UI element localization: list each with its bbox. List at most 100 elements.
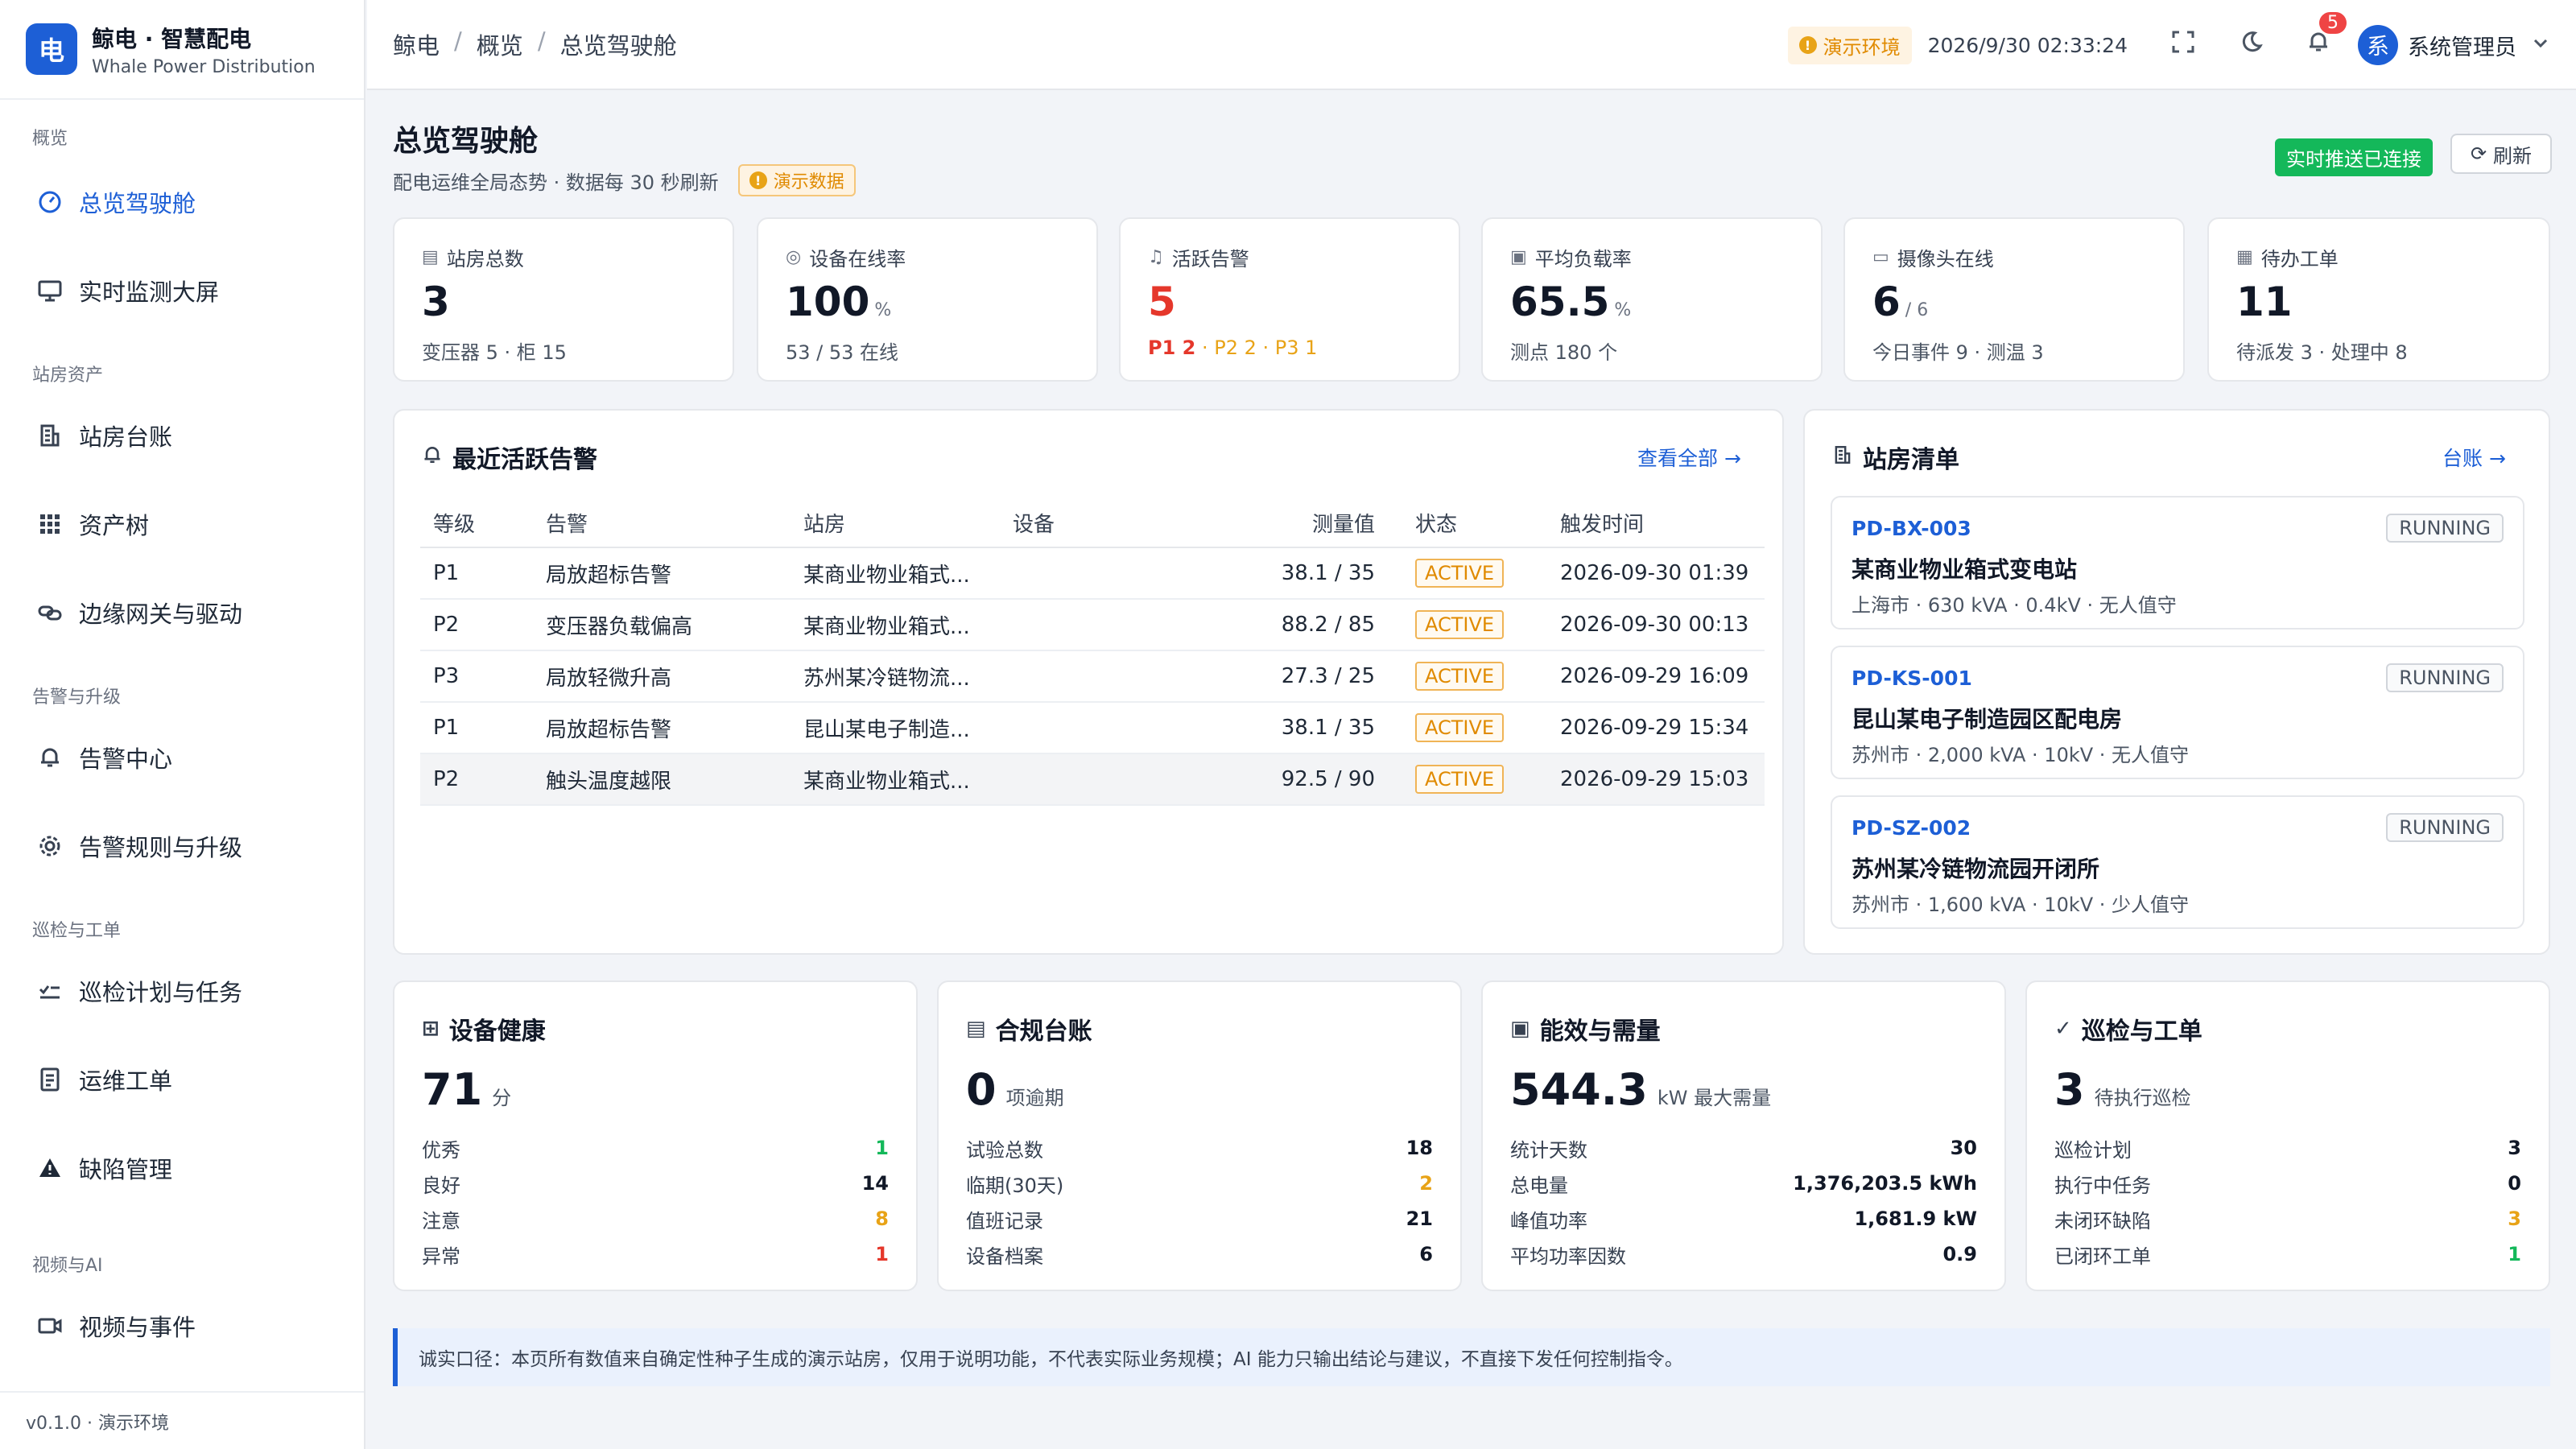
stat-card-load-rate[interactable]: ▣ 平均负载率 65.5% 测点 180 个	[1481, 217, 1823, 382]
stat-value: 5	[1148, 279, 1176, 325]
breadcrumb-item[interactable]: 概览	[477, 27, 523, 61]
alarm-station: 某商业物业箱式...	[791, 547, 1000, 600]
sidebar-item-inspection[interactable]: 巡检计划与任务	[35, 971, 242, 1011]
row-label: 峰值功率	[1510, 1209, 1587, 1232]
sidebar-divider	[0, 1391, 364, 1393]
station-item[interactable]: PD-BX-003 某商业物业箱式变电站 上海市 · 630 kVA · 0.4…	[1831, 496, 2524, 630]
top-header: 鲸电 / 概览 / 总览驾驶舱 ! 演示环境 2026/9/30 02:33:24…	[367, 0, 2576, 90]
table-row[interactable]: P2 变压器负载偏高 某商业物业箱式... 88.2 / 85 ACTIVE 2…	[420, 599, 1765, 651]
status-badge: ACTIVE	[1415, 610, 1505, 639]
stat-card-stations[interactable]: ▤ 站房总数 3 变压器 5 · 柜 15	[393, 217, 734, 382]
stat-label: 摄像头在线	[1897, 248, 1994, 270]
sidebar-item-video[interactable]: 视频与事件	[35, 1306, 196, 1346]
status-badge: ACTIVE	[1415, 662, 1505, 691]
alarm-value: 92.5 / 90	[1209, 753, 1402, 806]
column-header: 等级	[420, 499, 533, 548]
compliance-card[interactable]: ▤ 合规台账 0 项逾期 试验总数 18 临期(30天) 2 值班记录 21 设备档案 6	[937, 980, 1462, 1291]
status-badge: RUNNING	[2386, 663, 2504, 692]
sidebar-item-stations[interactable]: 站房台账	[35, 415, 172, 456]
checklist-icon: ✓	[2054, 1017, 2072, 1041]
breadcrumb-item[interactable]: 鲸电	[393, 27, 440, 61]
status-badge: RUNNING	[2386, 514, 2504, 543]
stat-foot: 今日事件 9 · 测温 3	[1872, 341, 2044, 364]
card-title: 能效与需量	[1539, 1018, 1661, 1046]
moon-icon[interactable]	[2239, 30, 2263, 60]
row-label: 注意	[422, 1209, 460, 1232]
demo-data-label: 演示数据	[773, 172, 844, 192]
bell-icon: ♫	[1148, 247, 1164, 267]
notification-bell-icon[interactable]: 5	[2306, 12, 2347, 60]
sidebar-item-asset-tree[interactable]: 资产树	[35, 504, 149, 544]
stat-card-online-rate[interactable]: ◎ 设备在线率 100% 53 / 53 在线	[757, 217, 1098, 382]
building-icon	[1832, 444, 1853, 471]
sidebar-item-label: 资产树	[79, 512, 150, 539]
stat-value: 100	[786, 279, 870, 325]
table-row[interactable]: P1 局放超标告警 某商业物业箱式... 38.1 / 35 ACTIVE 20…	[420, 547, 1765, 600]
alarm-station: 昆山某电子制造...	[791, 702, 1000, 754]
avatar[interactable]: 系	[2358, 25, 2398, 65]
brand[interactable]: 电 鲸电 · 智慧配电 Whale Power Distribution	[0, 0, 364, 100]
row-value: 2	[1419, 1172, 1433, 1195]
station-item[interactable]: PD-KS-001 昆山某电子制造园区配电房 苏州市 · 2,000 kVA ·…	[1831, 646, 2524, 779]
monitor-icon	[35, 276, 64, 305]
alarm-device	[1000, 599, 1209, 651]
nav-group-inspection: 巡检与工单	[32, 921, 122, 941]
sidebar-item-alarm-center[interactable]: 告警中心	[35, 737, 172, 778]
row-value: 0	[2508, 1172, 2521, 1195]
stat-foot: 变压器 5 · 柜 15	[422, 341, 567, 364]
sidebar-item-workorders[interactable]: 运维工单	[35, 1059, 172, 1100]
brand-name: 鲸电 · 智慧配电	[92, 25, 252, 52]
health-row: 良好 14	[422, 1166, 889, 1201]
alarm-name: 局放超标告警	[533, 547, 791, 600]
sidebar-item-monitor[interactable]: 实时监测大屏	[35, 270, 219, 311]
stat-card-work-orders[interactable]: ▦ 待办工单 11 待派发 3 · 处理中 8	[2207, 217, 2550, 382]
card-title: 合规台账	[995, 1018, 1092, 1046]
demo-data-badge: ! 演示数据	[737, 164, 856, 196]
row-value: 18	[1406, 1137, 1433, 1159]
table-row[interactable]: P2 触头温度越限 某商业物业箱式... 92.5 / 90 ACTIVE 20…	[420, 753, 1765, 806]
alarm-name: 局放轻微升高	[533, 650, 791, 703]
equipment-health-card[interactable]: ⊞ 设备健康 71 分 优秀 1 良好 14 注意 8 异常 1	[393, 980, 918, 1291]
alarm-name: 变压器负载偏高	[533, 599, 791, 651]
alarm-value: 38.1 / 35	[1209, 547, 1402, 600]
station-meta: 苏州市 · 1,600 kVA · 10kV · 少人值守	[1852, 894, 2190, 916]
alarm-station: 某商业物业箱式...	[791, 753, 1000, 806]
column-header: 触发时间	[1547, 499, 1765, 548]
stat-card-active-alarms[interactable]: ♫ 活跃告警 5 P1 2 · P2 2 · P3 1	[1119, 217, 1460, 382]
table-row[interactable]: P1 局放超标告警 昆山某电子制造... 38.1 / 35 ACTIVE 20…	[420, 702, 1765, 754]
view-all-alarms-link[interactable]: 查看全部 →	[1637, 443, 1741, 472]
station-item[interactable]: PD-SZ-002 苏州某冷链物流园开闭所 苏州市 · 1,600 kVA · …	[1831, 795, 2524, 929]
stat-unit: %	[1614, 300, 1632, 320]
row-label: 临期(30天)	[966, 1174, 1064, 1197]
station-ledger-link[interactable]: 台账 →	[2442, 443, 2506, 472]
alarm-time: 2026-09-30 00:13	[1547, 599, 1765, 651]
row-value: 8	[875, 1208, 889, 1230]
row-value: 3	[2508, 1137, 2521, 1159]
user-name[interactable]: 系统管理员	[2408, 30, 2516, 61]
health-row: 注意 8	[422, 1201, 889, 1236]
stat-foot: 测点 180 个	[1510, 341, 1618, 364]
inspection-workorder-card[interactable]: ✓ 巡检与工单 3 待执行巡检 巡检计划 3 执行中任务 0 未闭环缺陷 3 已闭环工单 1	[2025, 980, 2550, 1291]
sidebar-item-dashboard[interactable]: 总览驾驶舱	[35, 182, 196, 222]
stat-card-cameras[interactable]: ▭ 摄像头在线 6/ 6 今日事件 9 · 测温 3	[1843, 217, 2185, 382]
version-label: v0.1.0 · 演示环境	[26, 1414, 169, 1434]
sidebar-item-gateway[interactable]: 边缘网关与驱动	[35, 592, 242, 633]
health-row: 异常 1	[422, 1236, 889, 1272]
alarm-level: P1	[420, 547, 533, 600]
chevron-down-icon[interactable]	[2531, 33, 2550, 57]
sidebar-item-alarm-rules[interactable]: 告警规则与升级	[35, 826, 242, 866]
column-header: 测量值	[1209, 499, 1402, 548]
table-row[interactable]: P3 局放轻微升高 苏州某冷链物流... 27.3 / 25 ACTIVE 20…	[420, 650, 1765, 703]
row-value: 6	[1419, 1243, 1433, 1265]
alarm-time: 2026-09-29 15:34	[1547, 702, 1765, 754]
recent-alarms-card: 最近活跃告警 查看全部 → 等级 告警 站房 设备 测量值 状态 触发时间 P1…	[393, 409, 1784, 955]
fullscreen-icon[interactable]	[2171, 30, 2195, 60]
page-subtitle-text: 配电运维全局态势 · 数据每 30 秒刷新	[393, 171, 719, 194]
sidebar-item-defects[interactable]: 缺陷管理	[35, 1148, 172, 1188]
stat-value: 11	[2236, 279, 2293, 325]
station-code: PD-SZ-002	[1852, 816, 1971, 840]
energy-demand-card[interactable]: ▣ 能效与需量 544.3 kW 最大需量 统计天数 30 总电量 1,376,203.…	[1481, 980, 2006, 1291]
breadcrumb-separator: /	[454, 27, 462, 55]
refresh-button[interactable]: ⟳ 刷新	[2450, 134, 2552, 174]
alarm-time: 2026-09-30 01:39	[1547, 547, 1765, 600]
